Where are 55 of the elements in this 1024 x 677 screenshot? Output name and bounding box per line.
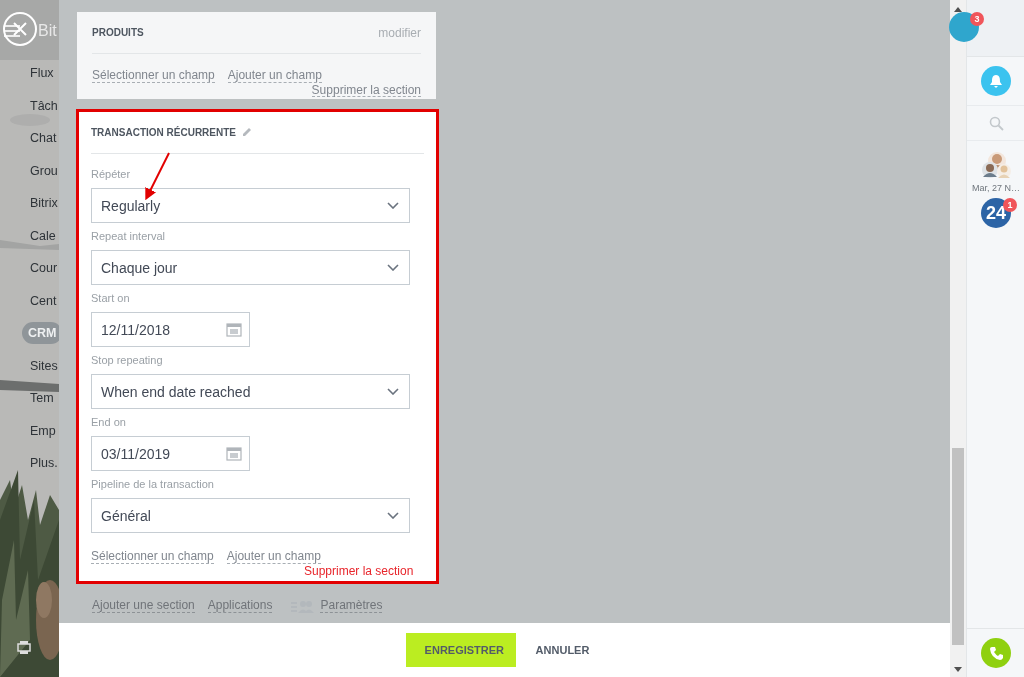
pencil-icon[interactable] [242,126,252,137]
field-label: Répéter [91,168,132,182]
scrollbar[interactable] [950,0,966,677]
scroll-thumb[interactable] [952,448,964,645]
save-button[interactable]: ENREGISTRER [405,633,516,667]
notification-badge: 3 [970,12,984,26]
menu-item[interactable]: Cent [30,284,57,317]
menu-item[interactable]: Emp [30,414,56,447]
dropdown[interactable]: Chaque jour [91,250,410,285]
dropdown[interactable]: Général [91,498,410,533]
menu-item[interactable]: Bitrix [30,187,58,220]
field-label: Start on [91,292,131,306]
section-title: TRANSACTION RÉCURRENTE [91,127,236,138]
phone-icon [988,645,1004,661]
menu-item[interactable]: Chat [30,122,57,155]
logo-text: Bit [38,21,57,41]
menu-item[interactable]: Tâch [30,89,58,122]
link[interactable]: Ajouter un champ [227,67,322,83]
date-field[interactable]: 12/11/2018 [91,312,250,347]
chevron-down-icon [387,512,399,519]
field-label: Pipeline de la transaction [91,478,215,492]
bell-icon [989,74,1003,88]
calendar-icon[interactable] [226,446,242,461]
link[interactable]: Ajouter un champ [226,548,321,564]
menu-item[interactable]: Tem [30,382,54,415]
menu-item[interactable]: Sites [30,349,58,382]
link[interactable]: Sélectionner un champ [92,67,215,83]
field-label: End on [91,416,127,430]
link[interactable]: Sélectionner un champ [91,548,214,564]
group-avatar[interactable] [979,149,1013,181]
section-title: PRODUITS [92,27,144,38]
menu-item[interactable]: Flux [30,57,54,90]
chat-date: Mar, 27 N… [972,183,1020,193]
menu-item[interactable]: Cale [30,219,56,252]
dropdown[interactable]: When end date reached [91,374,410,409]
date-field[interactable]: 03/11/2019 [91,436,250,471]
menu-item[interactable]: Cour [30,252,58,285]
delete-section-link[interactable]: Supprimer la section [304,564,414,578]
close-button[interactable] [3,12,37,46]
menu-item[interactable]: Plus. [30,447,58,480]
scroll-down-icon[interactable] [954,667,962,672]
field-label: Stop repeating [91,354,164,368]
calendar-icon[interactable] [226,322,242,337]
notifications-button[interactable] [981,66,1011,96]
field-label: Repeat interval [91,230,166,244]
chevron-down-icon [387,264,399,271]
menu-item[interactable]: Grou [30,154,58,187]
dropdown[interactable]: Regularly [91,188,410,223]
chevron-down-icon [387,202,399,209]
chevron-down-icon [387,388,399,395]
search-icon[interactable] [988,115,1004,131]
close-icon [13,22,27,36]
call-button[interactable] [981,638,1011,668]
cancel-button[interactable]: ANNULER [535,633,590,667]
delete-section-link[interactable]: Supprimer la section [311,83,421,97]
